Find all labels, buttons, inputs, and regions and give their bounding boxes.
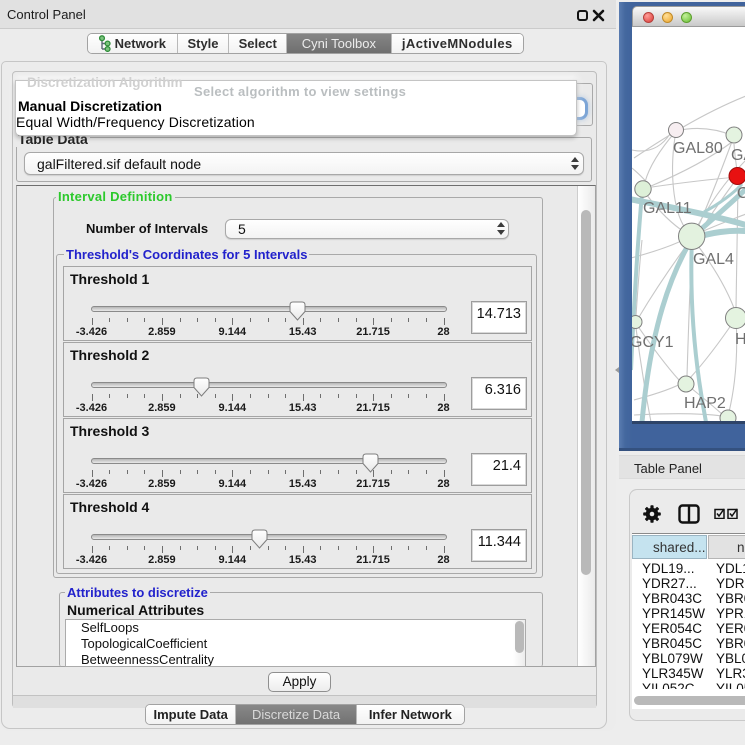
svg-text:GA: GA bbox=[731, 147, 745, 164]
svg-text:GAL11: GAL11 bbox=[643, 200, 692, 217]
svg-text:GAL4: GAL4 bbox=[693, 251, 734, 268]
svg-text:GAL80: GAL80 bbox=[673, 140, 723, 157]
svg-text:HA: HA bbox=[735, 331, 745, 348]
svg-text:C: C bbox=[737, 185, 745, 202]
svg-text:HAP2: HAP2 bbox=[684, 395, 726, 412]
svg-text:GCY1: GCY1 bbox=[632, 334, 674, 351]
